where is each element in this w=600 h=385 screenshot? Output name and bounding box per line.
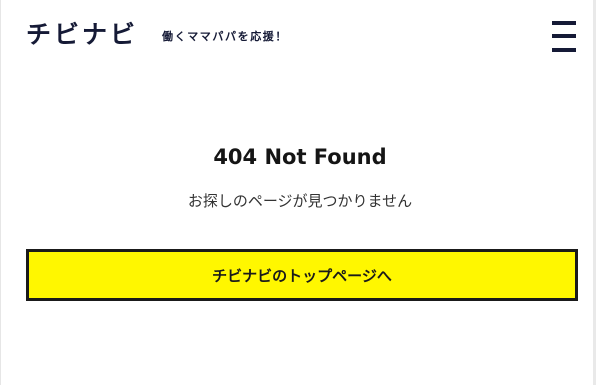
page-title: 404 Not Found [213,145,387,169]
top-page-button-label: チビナビのトップページへ [212,266,392,285]
menu-bar-bottom [552,48,576,52]
menu-bar-top [552,21,576,25]
site-tagline: 働くママパパを応援！ [162,30,288,43]
not-found-message: お探しのページが見つかりません [187,192,413,210]
site-logo[interactable]: チビナビ [26,20,138,50]
top-page-button[interactable]: チビナビのトップページへ [26,249,578,301]
hamburger-menu-icon[interactable] [552,21,576,52]
menu-bar-middle [552,34,576,38]
site-header: チビナビ 働くママパパを応援！ [0,0,596,72]
